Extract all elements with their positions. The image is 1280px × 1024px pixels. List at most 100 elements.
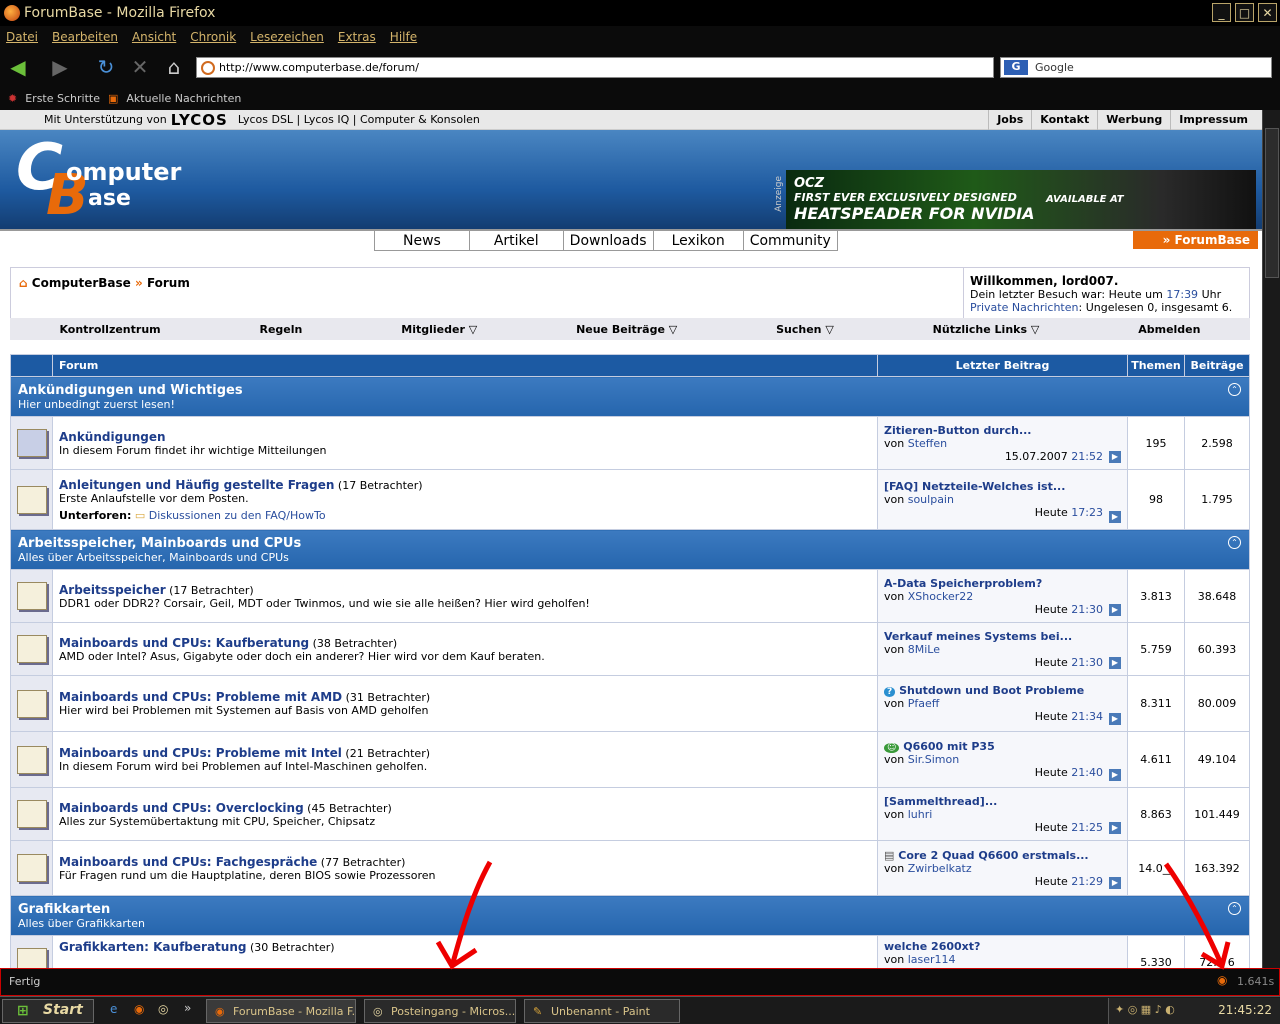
forum-title[interactable]: Ankündigungen [59,430,166,444]
maximize-button[interactable]: □ [1235,3,1254,22]
go-to-post-icon[interactable]: ▶ [1109,877,1121,889]
last-post-author[interactable]: XShocker22 [908,590,974,603]
stop-icon[interactable]: ✕ [128,55,152,79]
scrollbar-thumb[interactable] [1265,128,1279,278]
quicklaunch-outlook-icon[interactable]: ◎ [158,1002,168,1016]
vertical-scrollbar[interactable] [1262,110,1280,968]
last-post-author[interactable]: 8MiLe [908,643,940,656]
nav-community[interactable]: Community [742,231,838,251]
last-post-author[interactable]: Steffen [908,437,947,450]
last-post-title[interactable]: Core 2 Quad Q6600 erstmals... [898,849,1088,862]
link-kontakt[interactable]: Kontakt [1031,110,1097,130]
go-to-post-icon[interactable]: ▶ [1109,713,1121,725]
forward-icon[interactable]: ▶ [48,55,72,79]
category-title[interactable]: Ankündigungen und Wichtiges [18,383,1249,398]
go-to-post-icon[interactable]: ▶ [1109,657,1121,669]
search-box[interactable]: G Google [1000,57,1272,78]
status-addon-icon[interactable]: ◉ [1217,973,1227,987]
collapse-icon[interactable]: ⌃ [1228,383,1241,396]
breadcrumb-home[interactable]: ComputerBase [32,276,131,290]
menu-lesezeichen[interactable]: Lesezeichen [250,30,324,44]
go-to-post-icon[interactable]: ▶ [1109,511,1121,523]
bookmark-erste-schritte[interactable]: Erste Schritte [25,92,100,105]
last-post-title[interactable]: Zitieren-Button durch... [884,424,1121,437]
subnav-neue-beitraege[interactable]: Neue Beiträge ▽ [576,323,677,336]
menu-chronik[interactable]: Chronik [190,30,236,44]
subnav-suchen[interactable]: Suchen ▽ [776,323,834,336]
back-icon[interactable]: ◀ [6,55,30,79]
go-to-post-icon[interactable]: ▶ [1109,604,1121,616]
home-icon[interactable]: ⌂ [162,55,186,79]
last-post-author[interactable]: Pfaeff [908,697,940,710]
forum-title[interactable]: Mainboards und CPUs: Kaufberatung [59,636,309,650]
link-werbung[interactable]: Werbung [1097,110,1170,130]
forum-title[interactable]: Mainboards und CPUs: Fachgespräche [59,855,317,869]
link-jobs[interactable]: Jobs [988,110,1031,130]
last-post-title[interactable]: Verkauf meines Systems bei... [884,630,1121,643]
go-to-post-icon[interactable]: ▶ [1109,769,1121,781]
start-button[interactable]: ⊞ Start [2,999,94,1023]
private-messages-link[interactable]: Private Nachrichten [970,301,1079,314]
quicklaunch-more-icon[interactable]: » [184,1001,191,1015]
last-post-author[interactable]: luhri [908,808,933,821]
forum-title[interactable]: Arbeitsspeicher [59,583,166,597]
minimize-button[interactable]: _ [1212,3,1231,22]
collapse-icon[interactable]: ⌃ [1228,536,1241,549]
forum-title[interactable]: Mainboards und CPUs: Overclocking [59,801,304,815]
forum-title[interactable]: Mainboards und CPUs: Probleme mit AMD [59,690,342,704]
subnav-abmelden[interactable]: Abmelden [1138,323,1200,336]
last-post-title[interactable]: Shutdown und Boot Probleme [899,684,1084,697]
last-post-title[interactable]: [Sammelthread]... [884,795,1121,808]
subnav-mitglieder[interactable]: Mitglieder ▽ [401,323,477,336]
lycos-logo[interactable]: LYCOS [171,111,228,129]
tray-icons[interactable]: ✦ ◎ ▦ ♪ ◐ [1115,1003,1175,1016]
last-post-author[interactable]: Zwirbelkatz [908,862,972,875]
last-post-date: Heute [1034,766,1068,779]
document-icon: ▤ [884,848,895,862]
task-outlook[interactable]: ◎ Posteingang - Micros... [364,999,516,1023]
quicklaunch-firefox-icon[interactable]: ◉ [134,1002,144,1016]
nav-downloads[interactable]: Downloads [562,231,653,251]
task-paint[interactable]: ✎ Unbenannt - Paint [524,999,680,1023]
go-to-post-icon[interactable]: ▶ [1109,822,1121,834]
menu-datei[interactable]: Datei [6,30,38,44]
menu-ansicht[interactable]: Ansicht [132,30,176,44]
forum-title[interactable]: Mainboards und CPUs: Probleme mit Intel [59,746,342,760]
category-title[interactable]: Grafikkarten [18,902,1249,917]
nav-lexikon[interactable]: Lexikon [652,231,743,251]
home-icon[interactable]: ⌂ [19,276,28,290]
google-engine-icon[interactable]: G [1004,60,1028,75]
nav-artikel[interactable]: Artikel [468,231,563,251]
forum-title[interactable]: Grafikkarten: Kaufberatung [59,940,246,954]
menu-bearbeiten[interactable]: Bearbeiten [52,30,118,44]
task-firefox[interactable]: ◉ ForumBase - Mozilla F... [206,999,356,1023]
go-to-post-icon[interactable]: ▶ [1109,451,1121,463]
last-post-title[interactable]: [FAQ] Netzteile-Welches ist... [884,480,1121,493]
last-post-author[interactable]: laser114 [908,953,956,966]
close-button[interactable]: ✕ [1258,3,1277,22]
menu-extras[interactable]: Extras [338,30,376,44]
last-post-title[interactable]: welche 2600xt? [884,940,1121,953]
last-post-title[interactable]: Q6600 mit P35 [903,740,995,753]
category-title[interactable]: Arbeitsspeicher, Mainboards und CPUs [18,536,1249,551]
ad-banner[interactable]: Anzeige OCZ FIRST EVER EXCLUSIVELY DESIG… [774,170,1256,230]
clock[interactable]: 21:45:22 [1218,1003,1272,1017]
last-post-author[interactable]: Sir.Simon [908,753,960,766]
subforum-link[interactable]: Diskussionen zu den FAQ/HowTo [149,509,326,522]
reload-icon[interactable]: ↻ [94,55,118,79]
computerbase-logo[interactable]: CB omputer ase [16,136,181,226]
sponsor-links[interactable]: Lycos DSL | Lycos IQ | Computer & Konsol… [238,113,480,126]
menu-hilfe[interactable]: Hilfe [390,30,417,44]
forum-title[interactable]: Anleitungen und Häufig gestellte Fragen [59,478,334,492]
forumbase-tab[interactable]: » ForumBase [1132,231,1258,249]
last-post-author[interactable]: soulpain [908,493,954,506]
link-impressum[interactable]: Impressum [1170,110,1256,130]
url-bar[interactable]: http://www.computerbase.de/forum/ [196,57,994,78]
subnav-kontrollzentrum[interactable]: Kontrollzentrum [59,323,160,336]
subnav-nuetzliche-links[interactable]: Nützliche Links ▽ [933,323,1040,336]
quicklaunch-ie-icon[interactable]: e [110,1002,117,1016]
last-post-title[interactable]: A-Data Speicherproblem? [884,577,1121,590]
subnav-regeln[interactable]: Regeln [260,323,303,336]
nav-news[interactable]: News [374,231,469,251]
bookmark-aktuelle-nachrichten[interactable]: Aktuelle Nachrichten [126,92,241,105]
